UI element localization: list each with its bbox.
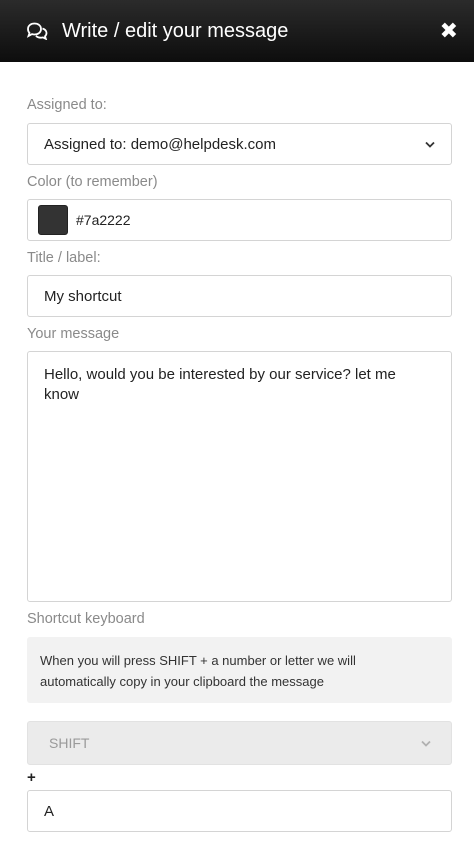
color-input[interactable]: #7a2222 [27,199,452,241]
modifier-value: SHIFT [49,735,90,751]
shortcut-label: Shortcut keyboard [27,611,145,627]
message-value: Hello, would you be interested by our se… [44,366,396,403]
color-label: Color (to remember) [27,174,158,190]
color-value: #7a2222 [76,212,131,228]
title-label: Title / label: [27,250,101,266]
title-value: My shortcut [44,287,122,305]
color-swatch[interactable] [38,205,68,235]
shortcut-info: When you will press SHIFT + a number or … [27,637,452,703]
shortcut-info-line1: When you will press SHIFT + a number or … [40,653,356,668]
modifier-select: SHIFT [27,721,452,765]
close-icon[interactable]: ✖ [440,20,458,42]
assigned-label: Assigned to: [27,97,107,113]
message-label: Your message [27,326,120,342]
assigned-value: Assigned to: demo@helpdesk.com [44,135,277,153]
message-textarea[interactable]: Hello, would you be interested by our se… [27,351,452,602]
title-input[interactable]: My shortcut [27,275,452,317]
shortcut-key-input[interactable]: A [27,790,452,832]
modal-header: Write / edit your message ✖ [0,0,474,62]
shortcut-info-line2: automatically copy in your clipboard the… [40,674,324,689]
plus-sign: + [27,769,36,786]
chevron-down-icon [425,141,435,148]
chat-bubbles-icon [26,22,48,40]
modal-title: Write / edit your message [62,19,289,42]
assigned-select[interactable]: Assigned to: demo@helpdesk.com [27,123,452,165]
chevron-down-icon [421,740,431,747]
shortcut-key-value: A [44,802,55,820]
